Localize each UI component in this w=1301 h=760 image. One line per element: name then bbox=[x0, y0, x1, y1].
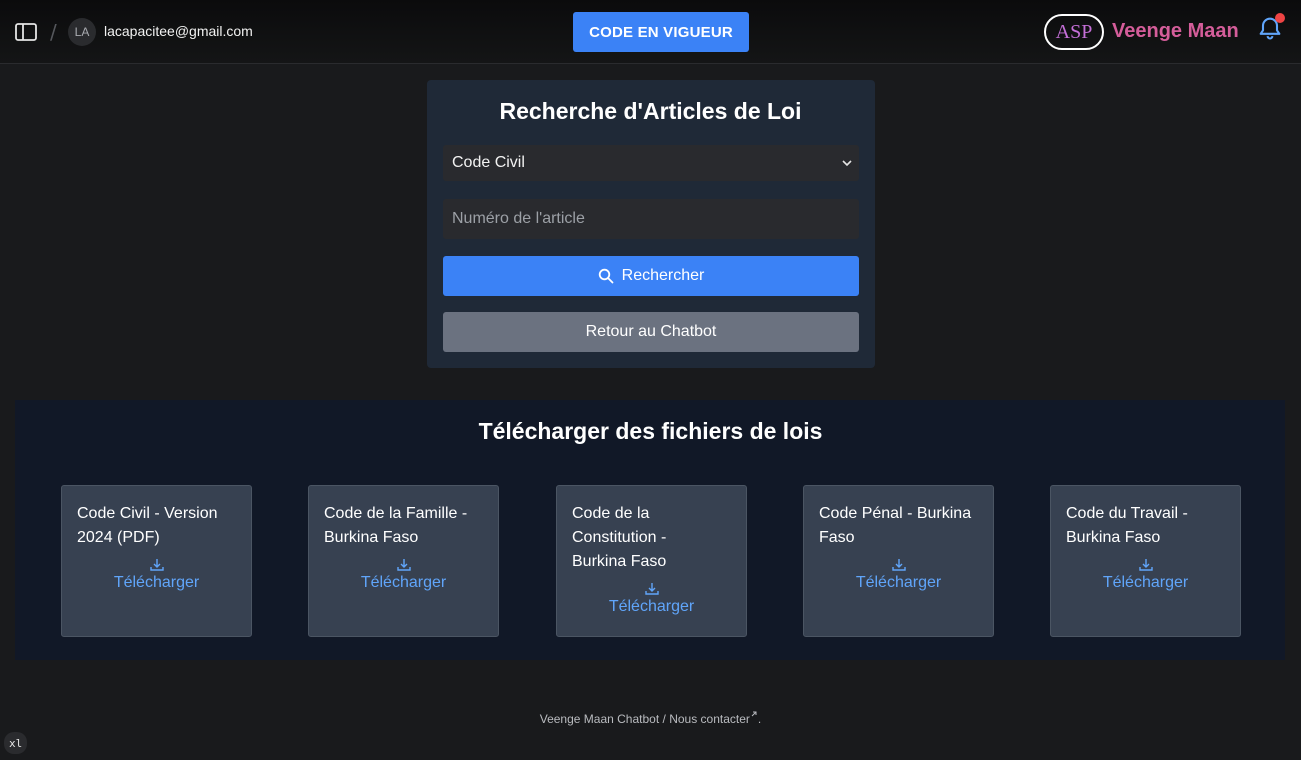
asp-logo: ASP bbox=[1044, 14, 1104, 50]
code-select[interactable]: Code Civil bbox=[443, 145, 859, 181]
file-title: Code du Travail - Burkina Faso bbox=[1066, 505, 1188, 546]
contact-link[interactable]: Nous contacter bbox=[669, 712, 750, 726]
footer-app-name: Veenge Maan Chatbot bbox=[539, 712, 660, 726]
file-card: Code du Travail - Burkina Faso Télécharg… bbox=[1050, 485, 1241, 637]
download-label: Télécharger bbox=[360, 574, 447, 591]
download-link[interactable]: Télécharger bbox=[804, 558, 993, 592]
back-to-chatbot-button[interactable]: Retour au Chatbot bbox=[443, 312, 859, 352]
file-title: Code de la Famille - Burkina Faso bbox=[324, 505, 468, 546]
download-label: Télécharger bbox=[113, 574, 200, 591]
download-label: Télécharger bbox=[608, 598, 695, 615]
code-en-vigueur-button[interactable]: CODE EN VIGUEUR bbox=[573, 12, 749, 52]
breakpoint-badge: xl bbox=[4, 732, 28, 754]
download-icon bbox=[891, 559, 906, 571]
download-icon bbox=[1138, 559, 1153, 571]
user-email[interactable]: lacapacitee@gmail.com bbox=[104, 23, 253, 39]
download-link[interactable]: Télécharger bbox=[557, 582, 746, 616]
avatar[interactable]: LA bbox=[68, 18, 96, 46]
footer-period: . bbox=[757, 712, 762, 726]
file-card: Code Pénal - Burkina Faso Télécharger bbox=[803, 485, 994, 637]
notification-dot bbox=[1275, 13, 1285, 23]
code-select-value: Code Civil bbox=[452, 154, 525, 171]
search-button[interactable]: Rechercher bbox=[443, 256, 859, 296]
external-link-icon bbox=[751, 711, 757, 717]
footer-separator: / bbox=[662, 712, 666, 726]
article-number-input[interactable] bbox=[443, 199, 859, 239]
file-card: Code de la Constitution - Burkina Faso T… bbox=[556, 485, 747, 637]
download-label: Télécharger bbox=[855, 574, 942, 591]
search-icon bbox=[598, 268, 614, 284]
chevron-down-icon bbox=[842, 160, 852, 167]
breadcrumb-separator: / bbox=[50, 20, 57, 44]
top-bar: / LA lacapacitee@gmail.com CODE EN VIGUE… bbox=[0, 0, 1301, 64]
search-panel-title: Recherche d'Articles de Loi bbox=[499, 98, 802, 124]
search-button-label: Rechercher bbox=[621, 267, 705, 284]
file-title: Code Civil - Version 2024 (PDF) bbox=[77, 505, 218, 546]
downloads-title: Télécharger des fichiers de lois bbox=[478, 418, 823, 444]
download-label: Télécharger bbox=[1102, 574, 1189, 591]
file-card: Code Civil - Version 2024 (PDF) Téléchar… bbox=[61, 485, 252, 637]
brand-name: Veenge Maan bbox=[1112, 20, 1239, 42]
download-link[interactable]: Télécharger bbox=[1051, 558, 1240, 592]
file-card: Code de la Famille - Burkina Faso Téléch… bbox=[308, 485, 499, 637]
file-title: Code de la Constitution - Burkina Faso bbox=[572, 505, 667, 570]
download-link[interactable]: Télécharger bbox=[62, 558, 251, 592]
download-link[interactable]: Télécharger bbox=[309, 558, 498, 592]
footer: Veenge Maan Chatbot / Nous contacter . bbox=[0, 710, 1301, 726]
download-icon bbox=[396, 559, 411, 571]
download-icon bbox=[149, 559, 164, 571]
sidebar-toggle-icon[interactable] bbox=[14, 21, 38, 43]
download-icon bbox=[644, 583, 659, 595]
file-title: Code Pénal - Burkina Faso bbox=[819, 505, 972, 546]
